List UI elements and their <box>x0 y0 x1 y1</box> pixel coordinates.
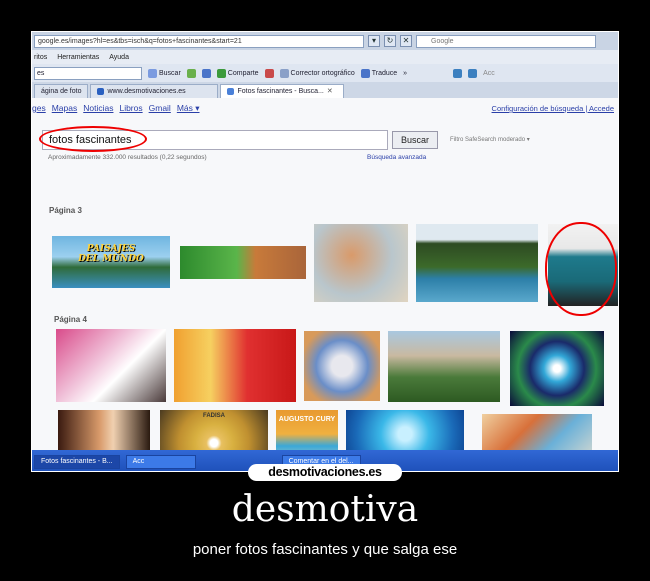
site-logo: desmotivaciones.es <box>248 464 402 481</box>
google-nav: ges Mapas Noticias Libros Gmail Más ▾ <box>32 103 200 114</box>
toolbar-buscar-label: Buscar <box>159 69 181 77</box>
image-thumb-sand-art[interactable] <box>314 224 408 302</box>
page-4-label: Página 4 <box>54 315 87 324</box>
browser-search-input[interactable]: Google <box>416 34 596 48</box>
favicon-icon <box>97 88 105 95</box>
dropdown-icon[interactable]: ▾ <box>368 35 380 47</box>
refresh-icon[interactable]: ↻ <box>384 35 396 47</box>
tab-label: www.desmotivaciones.es <box>107 87 186 95</box>
image-thumb-brain[interactable] <box>304 331 380 401</box>
google-toolbar: es Buscar Comparte Corrector ortográfico… <box>32 64 618 82</box>
nav-mas[interactable]: Más ▾ <box>177 103 200 114</box>
image-thumb-castle[interactable] <box>388 331 500 402</box>
taskbar-item-browser[interactable]: Fotos fascinantes - B... <box>34 454 120 469</box>
image-thumb-landscape[interactable]: PAISAJES DEL MUNDO <box>52 236 170 288</box>
tab-fotos-fascinantes[interactable]: Fotos fascinantes - Busca... ✕ <box>220 84 345 98</box>
search-button[interactable]: Buscar <box>392 131 438 149</box>
tab-bar: ágina de foto www.desmotivaciones.es Fot… <box>32 82 618 98</box>
translate-icon <box>360 68 370 78</box>
nav-libros[interactable]: Libros <box>119 103 142 114</box>
toolbar-corrector-label: Corrector ortográfico <box>290 69 355 77</box>
red-highlight-circle <box>39 126 147 152</box>
wifi-icon[interactable] <box>453 68 463 78</box>
address-input[interactable]: google.es/images?hl=es&tbs=isch&q=fotos+… <box>34 34 364 48</box>
image-thumb-mandala[interactable] <box>510 331 604 406</box>
screenshot-frame: google.es/images?hl=es&tbs=isch&q=fotos+… <box>31 31 619 472</box>
results-count: Aproximadamente 332.000 resultados (0,22… <box>48 154 207 161</box>
image-thumb-fruit-splash[interactable] <box>174 329 296 402</box>
toolbar-traduce-button[interactable]: Traduce <box>360 68 398 78</box>
google-images-page: ges Mapas Noticias Libros Gmail Más ▾ Co… <box>32 98 618 470</box>
search-settings-link[interactable]: Configuración de búsqueda | Accede <box>492 104 614 113</box>
red-highlight-circle <box>545 222 617 316</box>
nav-gmail[interactable]: Gmail <box>149 103 171 114</box>
close-tab-icon[interactable]: ✕ <box>327 86 333 98</box>
bookmark-icon[interactable] <box>201 68 211 78</box>
address-bar-row: google.es/images?hl=es&tbs=isch&q=fotos+… <box>32 32 618 50</box>
toolbar-traduce-label: Traduce <box>371 69 398 77</box>
toolbar-more-button[interactable]: » <box>403 70 407 77</box>
menu-item-herramientas[interactable]: Herramientas <box>57 54 99 61</box>
search-icon <box>148 68 157 78</box>
cd-title: FADISA <box>202 413 225 419</box>
advanced-search-link[interactable]: Búsqueda avanzada <box>367 154 426 161</box>
image-thumb-leaves[interactable] <box>180 246 306 279</box>
menu-item-favoritos[interactable]: ritos <box>34 54 47 61</box>
wrench-icon[interactable] <box>468 68 478 78</box>
poster-subtitle: poner fotos fascinantes y que salga ese <box>192 541 458 558</box>
toolbar-comparte-button[interactable]: Comparte <box>216 68 259 78</box>
tab-label: Fotos fascinantes - Busca... <box>237 87 324 95</box>
taskbar-item-acc[interactable]: Acc <box>125 454 196 469</box>
nav-noticias[interactable]: Noticias <box>83 103 113 114</box>
nav-images[interactable]: ges <box>32 103 46 114</box>
toolbar-corrector-button[interactable]: Corrector ortográfico <box>279 68 355 78</box>
comparte-icon <box>216 68 226 78</box>
tab-desmotivaciones[interactable]: www.desmotivaciones.es <box>90 84 219 98</box>
tab-label: ágina de foto <box>41 87 82 95</box>
page-3-label: Página 3 <box>49 206 82 215</box>
safesearch-dropdown[interactable]: Filtro SafeSearch moderado ▾ <box>450 136 530 143</box>
toolbar-comparte-label: Comparte <box>227 69 259 77</box>
popup-icon[interactable] <box>264 68 274 78</box>
spellcheck-icon <box>279 68 289 78</box>
toolbar-buscar-button[interactable]: Buscar <box>148 68 181 78</box>
toolbar-search-input[interactable]: es <box>34 66 142 80</box>
poster-title: desmotiva <box>231 489 419 530</box>
toolbar-extra-label[interactable]: Acc <box>483 70 495 77</box>
tab-pagina-de-foto[interactable]: ágina de foto <box>34 84 89 98</box>
menu-item-ayuda[interactable]: Ayuda <box>109 54 129 61</box>
thumb-caption: PAISAJES DEL MUNDO <box>78 244 144 264</box>
share-icon[interactable] <box>186 68 196 78</box>
image-thumb-cartoon[interactable] <box>56 329 166 402</box>
stop-icon[interactable]: ✕ <box>400 35 412 47</box>
image-thumb-island[interactable] <box>416 224 538 302</box>
book-title: AUGUSTO CURY <box>278 416 336 423</box>
menu-bar: ritos Herramientas Ayuda <box>32 50 618 64</box>
nav-mapas[interactable]: Mapas <box>52 103 78 114</box>
favicon-icon <box>227 88 235 95</box>
